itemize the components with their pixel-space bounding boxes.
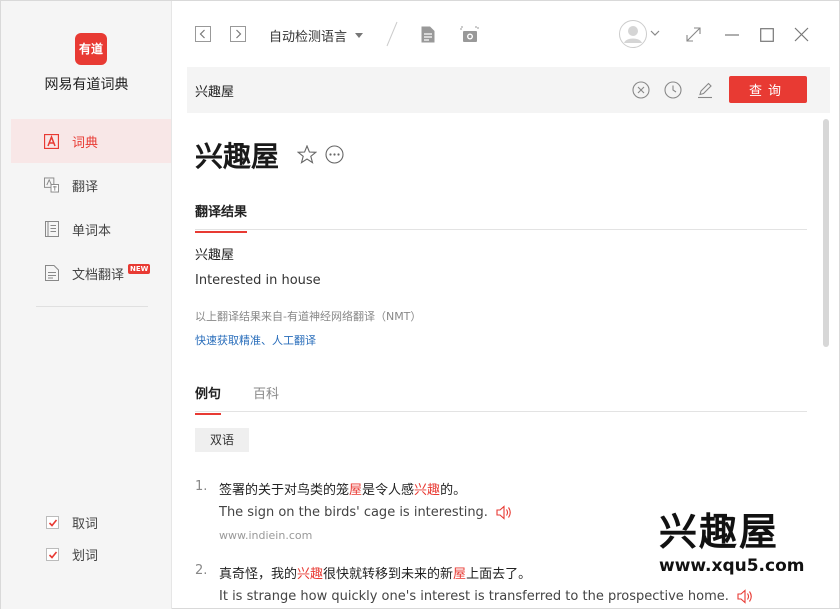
human-translation-link[interactable]: 快速获取精准、人工翻译	[195, 332, 316, 348]
toolbar-divider	[385, 21, 399, 47]
checkbox-checked-icon[interactable]	[46, 516, 59, 529]
app-name: 网易有道词典	[44, 77, 129, 93]
example-number: 1.	[195, 479, 208, 494]
sidebar-item-document-translate[interactable]: 文档翻译 NEW	[11, 251, 171, 295]
shrink-icon[interactable]	[686, 27, 701, 42]
sidebar-item-dictionary[interactable]: 词典	[11, 119, 171, 163]
sidebar-item-label: 翻译	[72, 179, 99, 195]
checkbox-label: 划词	[72, 549, 99, 564]
sidebar: 有道 网易有道词典 词典 翻译 单词本 文档翻译 NEW 取词 划词	[1, 1, 172, 609]
sidebar-divider	[36, 306, 148, 307]
translation-target: Interested in house	[195, 273, 321, 288]
maximize-icon[interactable]	[760, 28, 774, 42]
search-bar: 查询	[187, 67, 830, 113]
sidebar-item-label: 词典	[72, 135, 99, 151]
example-tabs: 例句 百科	[195, 383, 807, 415]
search-input[interactable]	[195, 79, 615, 101]
account-chevron-down-icon[interactable]	[650, 29, 660, 37]
sidebar-item-label: 文档翻译	[72, 267, 125, 283]
capture-word-toggle[interactable]: 取词	[46, 513, 98, 532]
result-tabs: 翻译结果	[195, 201, 807, 233]
speaker-icon[interactable]	[496, 505, 513, 520]
document-icon	[44, 265, 59, 281]
example-english: It is strange how quickly one's interest…	[219, 589, 754, 604]
search-button[interactable]: 查询	[729, 76, 807, 103]
minimize-icon[interactable]	[724, 31, 740, 39]
example-chinese: 签署的关于对鸟类的笼屋是令人感兴趣的。	[219, 483, 467, 498]
headword: 兴趣屋	[195, 140, 280, 173]
translate-icon	[44, 177, 59, 193]
app-logo: 有道	[75, 33, 107, 65]
dictionary-icon	[44, 133, 59, 149]
app-window: 有道 网易有道词典 词典 翻译 单词本 文档翻译 NEW 取词 划词 自动检测语…	[0, 0, 840, 609]
favorite-star-icon[interactable]	[296, 144, 318, 168]
example-english: The sign on the birds' cage is interesti…	[219, 505, 513, 520]
back-icon[interactable]	[195, 26, 211, 42]
note-icon[interactable]	[420, 26, 436, 43]
forward-icon[interactable]	[230, 26, 246, 42]
site-watermark: 兴趣屋 www.xqu5.com	[659, 509, 809, 581]
wordbook-icon	[44, 221, 59, 237]
screenshot-icon[interactable]	[460, 26, 479, 43]
sidebar-item-wordbook[interactable]: 单词本	[11, 207, 171, 251]
clear-icon[interactable]	[632, 81, 650, 99]
scrollbar-thumb[interactable]	[823, 119, 829, 347]
toolbar: 自动检测语言	[173, 1, 840, 67]
headword-actions	[296, 144, 344, 168]
sidebar-item-translate[interactable]: 翻译	[11, 163, 171, 207]
translation-note: 以上翻译结果来自-有道神经网络翻译（NMT）	[195, 310, 422, 323]
example-number: 2.	[195, 563, 208, 578]
watermark-url: www.xqu5.com	[659, 556, 805, 576]
bilingual-filter-chip[interactable]: 双语	[195, 428, 249, 452]
translation-source: 兴趣屋	[195, 248, 235, 263]
sidebar-item-label: 单词本	[72, 223, 112, 239]
edit-icon[interactable]	[696, 81, 714, 99]
new-badge: NEW	[128, 264, 151, 274]
language-select[interactable]: 自动检测语言	[269, 26, 364, 45]
speaker-icon[interactable]	[737, 589, 754, 604]
chevron-down-icon	[355, 33, 364, 38]
close-icon[interactable]	[794, 27, 809, 42]
tab-translation-result[interactable]: 翻译结果	[195, 201, 248, 233]
tab-examples[interactable]: 例句	[195, 383, 222, 415]
avatar[interactable]	[619, 20, 647, 48]
watermark-title: 兴趣屋	[659, 510, 780, 554]
language-select-label: 自动检测语言	[269, 30, 348, 45]
select-word-toggle[interactable]: 划词	[46, 545, 98, 564]
checkbox-label: 取词	[72, 517, 99, 532]
more-options-icon[interactable]	[325, 145, 344, 168]
history-icon[interactable]	[664, 81, 682, 99]
tab-encyclopedia[interactable]: 百科	[253, 383, 279, 402]
example-chinese: 真奇怪，我的兴趣很快就转移到未来的新屋上面去了。	[219, 567, 532, 582]
checkbox-checked-icon[interactable]	[46, 548, 59, 561]
example-source[interactable]: www.indiein.com	[219, 529, 312, 542]
sidebar-nav: 词典 翻译 单词本 文档翻译 NEW	[11, 119, 171, 295]
